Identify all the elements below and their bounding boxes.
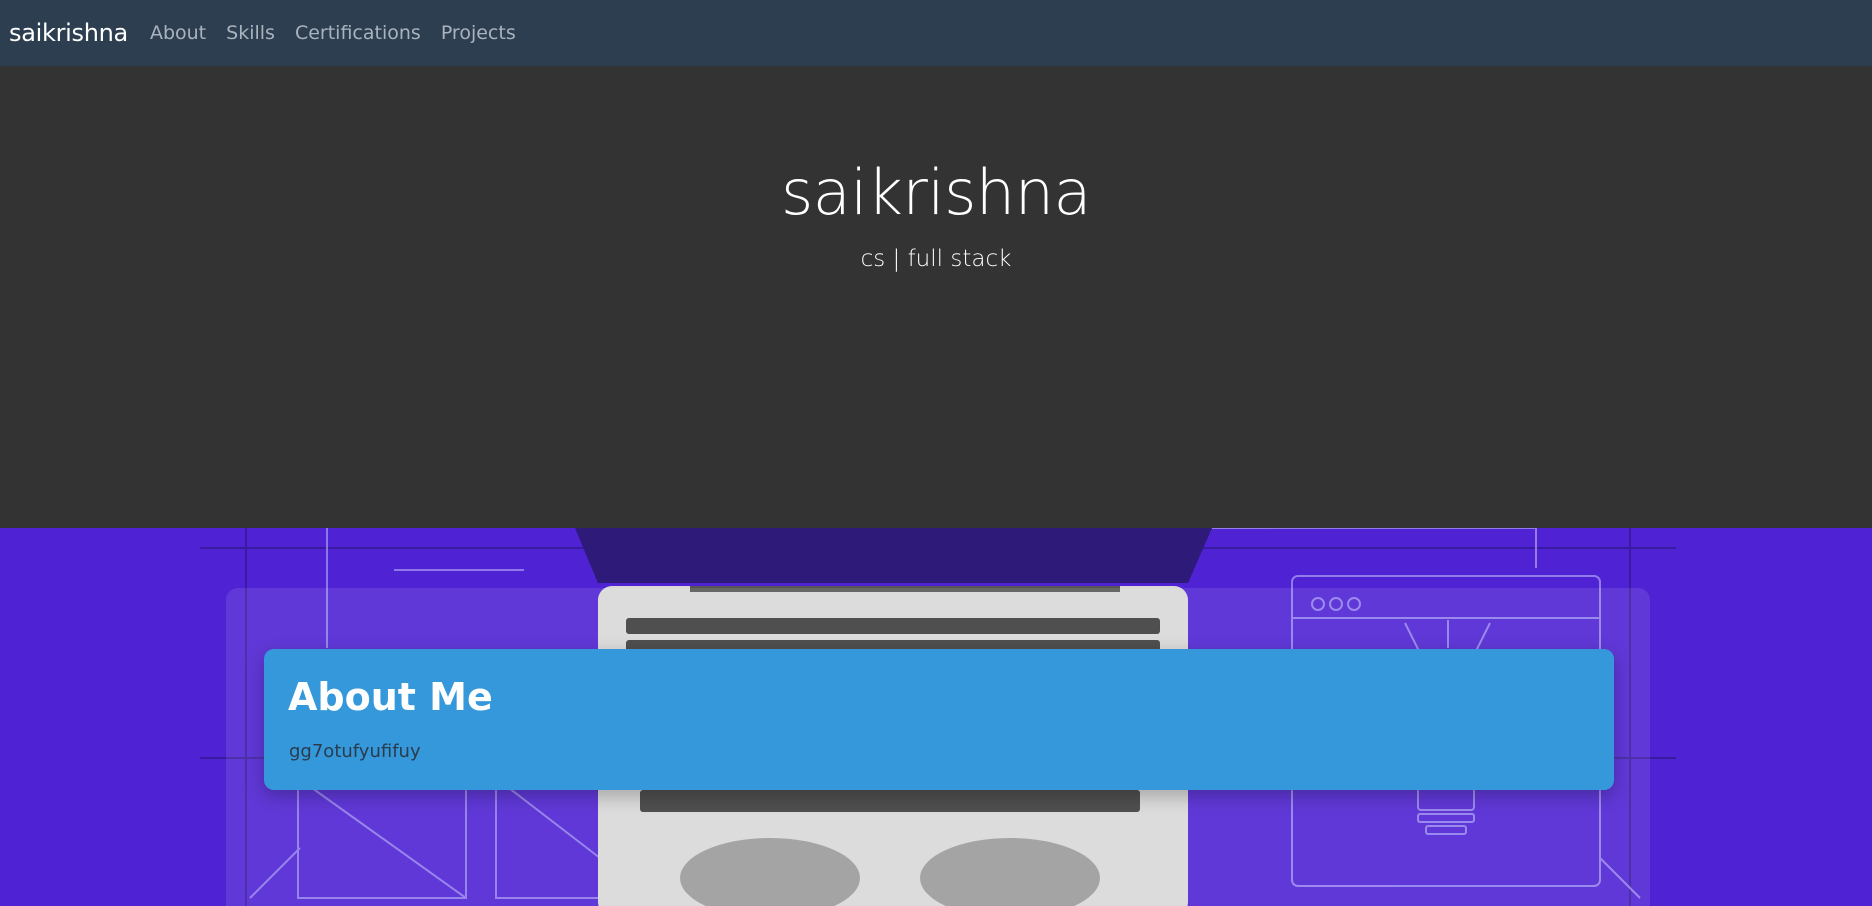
brand-link[interactable]: saikrishna <box>9 19 128 47</box>
about-card: About Me gg7otufyufifuy <box>264 649 1614 790</box>
hero-section: saikrishna cs | full stack <box>0 66 1872 528</box>
nav-link-projects[interactable]: Projects <box>441 22 516 44</box>
about-title: About Me <box>288 675 493 719</box>
hero-title: saikrishna <box>780 156 1092 229</box>
about-text: gg7otufyufifuy <box>289 741 421 762</box>
nav-link-certifications[interactable]: Certifications <box>295 22 421 44</box>
nav-link-about[interactable]: About <box>150 22 206 44</box>
hero-subtitle: cs | full stack <box>860 246 1012 272</box>
about-section: About Me gg7otufyufifuy <box>0 528 1872 906</box>
navbar: saikrishna About Skills Certifications P… <box>0 0 1872 66</box>
nav-link-skills[interactable]: Skills <box>226 22 275 44</box>
